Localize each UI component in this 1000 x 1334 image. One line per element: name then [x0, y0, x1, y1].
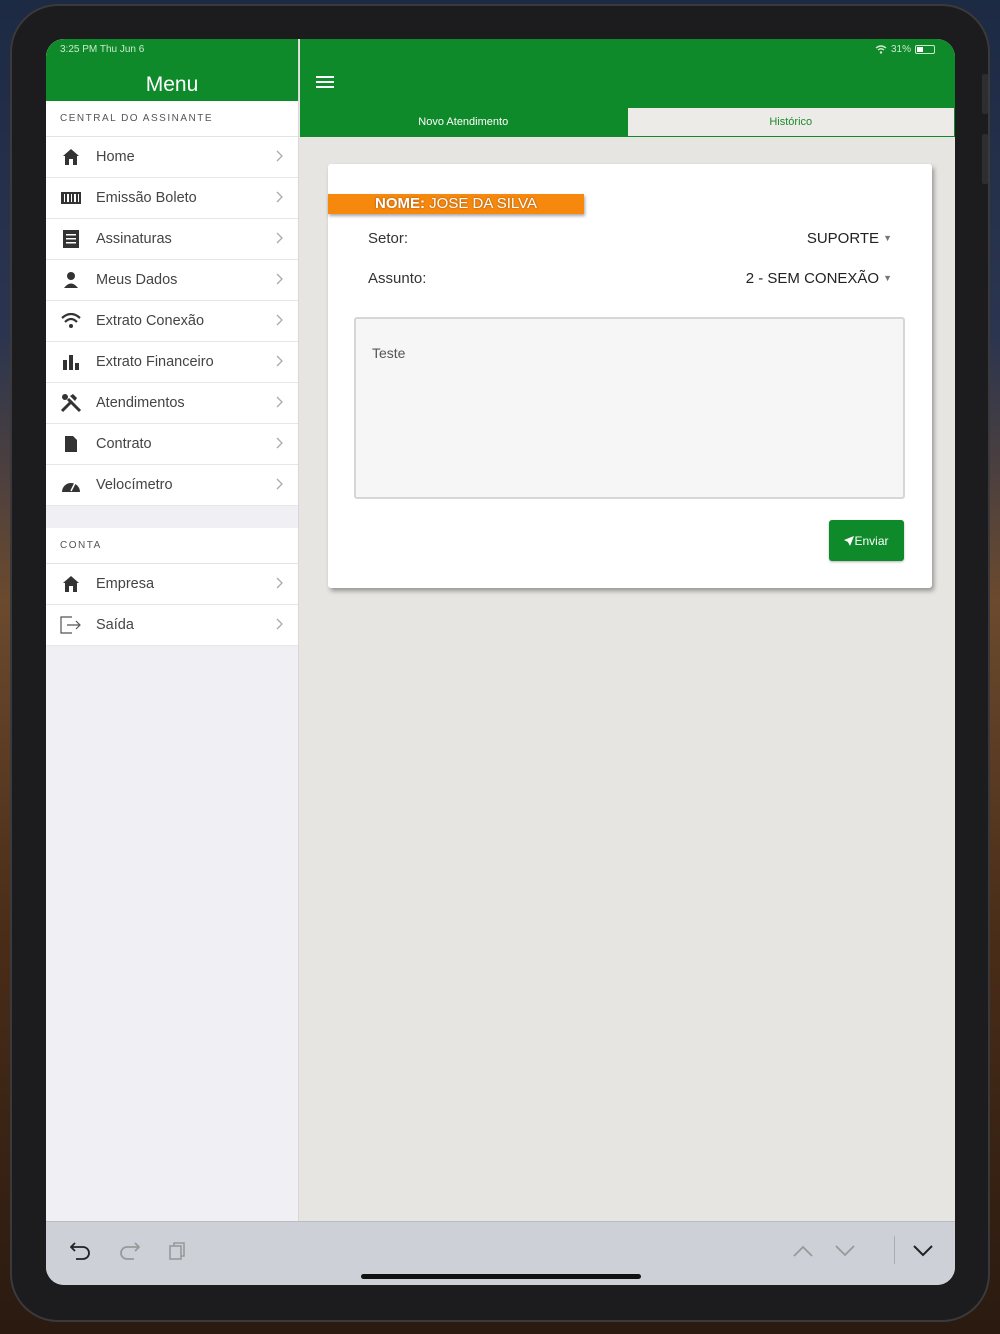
barcode-icon: [60, 188, 82, 208]
undo-icon[interactable]: [69, 1240, 93, 1262]
caret-down-icon: ▼: [883, 233, 892, 243]
sidebar-item-label: Extrato Conexão: [96, 313, 205, 329]
assunto-value: 2 - SEM CONEXÃO: [745, 270, 880, 287]
volume-button: [982, 74, 988, 114]
chevron-down-icon[interactable]: [833, 1240, 857, 1262]
sidebar-item-emissao-boleto[interactable]: Emissão Boleto: [46, 178, 298, 219]
sidebar-item-velocimetro[interactable]: Velocímetro: [46, 465, 298, 506]
sidebar-item-atendimentos[interactable]: Atendimentos: [46, 383, 298, 424]
sidebar-item-home[interactable]: Home: [46, 137, 298, 178]
menu-list-conta: Empresa Saída: [46, 564, 298, 646]
app-screen: 3:25 PM Thu Jun 6 31% Menu CENTRAL DO AS…: [46, 39, 955, 1285]
sidebar-item-label: Atendimentos: [96, 395, 185, 411]
status-time: 3:25 PM Thu Jun 6: [60, 44, 145, 55]
section-gap: [46, 506, 298, 528]
sidebar-item-meus-dados[interactable]: Meus Dados: [46, 260, 298, 301]
chevron-right-icon: [276, 478, 283, 490]
chevron-right-icon: [276, 314, 283, 326]
wifi-status-icon: [875, 45, 887, 54]
menu-list-central: Home Emissão Boleto Assinaturas Meus Dad…: [46, 137, 298, 506]
chevron-right-icon: [276, 437, 283, 449]
sidebar-item-label: Saída: [96, 617, 134, 633]
sidebar-item-label: Extrato Financeiro: [96, 354, 214, 370]
sidebar-item-label: Velocímetro: [96, 477, 173, 493]
sidebar-item-label: Home: [96, 149, 135, 165]
speedometer-icon: [60, 475, 82, 495]
sidebar-item-contrato[interactable]: Contrato: [46, 424, 298, 465]
message-textarea[interactable]: Teste: [354, 317, 905, 499]
bar-chart-icon: [60, 352, 82, 372]
sidebar-item-saida[interactable]: Saída: [46, 605, 298, 646]
chevron-right-icon: [276, 396, 283, 408]
wifi-icon: [60, 311, 82, 331]
dismiss-keyboard-icon[interactable]: [911, 1240, 935, 1262]
send-arrow-icon: [844, 535, 855, 546]
sidebar-item-label: Meus Dados: [96, 272, 178, 288]
tab-bar: Novo Atendimento Histórico: [300, 108, 955, 137]
section-label-conta: CONTA: [46, 528, 298, 564]
file-icon: [60, 434, 82, 454]
name-label: NOME:: [375, 195, 430, 212]
hamburger-menu-icon[interactable]: [316, 76, 334, 90]
send-button[interactable]: Enviar: [829, 520, 904, 561]
battery-percent: 31%: [890, 44, 911, 55]
redo-icon[interactable]: [117, 1240, 141, 1262]
home-icon: [60, 574, 82, 594]
main-content: Novo Atendimento Histórico NOME: JOSE DA…: [300, 39, 955, 1221]
setor-label: Setor:: [368, 230, 409, 247]
chevron-right-icon: [276, 191, 283, 203]
ticket-form-card: NOME: JOSE DA SILVA Setor: SUPORTE ▼ Assu…: [328, 164, 932, 588]
home-icon: [60, 147, 82, 167]
home-indicator: [361, 1274, 641, 1279]
chevron-right-icon: [276, 355, 283, 367]
assunto-label: Assunto:: [368, 270, 427, 287]
tools-icon: [60, 393, 82, 413]
assunto-select[interactable]: 2 - SEM CONEXÃO ▼: [746, 270, 892, 287]
customer-name-badge: NOME: JOSE DA SILVA: [328, 194, 584, 214]
sidebar-item-label: Contrato: [96, 436, 152, 452]
chevron-right-icon: [276, 273, 283, 285]
chevron-right-icon: [276, 577, 283, 589]
setor-value: SUPORTE: [806, 230, 880, 247]
sidebar-item-label: Empresa: [96, 576, 155, 592]
send-label: Enviar: [854, 533, 889, 548]
status-bar: 3:25 PM Thu Jun 6 31%: [46, 39, 955, 61]
message-text: Teste: [372, 345, 406, 361]
sidebar-item-empresa[interactable]: Empresa: [46, 564, 298, 605]
sidebar-item-label: Emissão Boleto: [96, 190, 197, 206]
caret-down-icon: ▼: [883, 273, 892, 283]
chevron-up-icon[interactable]: [791, 1240, 815, 1262]
chevron-right-icon: [276, 232, 283, 244]
setor-row: Setor: SUPORTE ▼: [368, 230, 892, 252]
battery-icon: [915, 45, 935, 54]
tab-novo-atendimento[interactable]: Novo Atendimento: [300, 108, 627, 137]
setor-select[interactable]: SUPORTE ▼: [807, 230, 892, 247]
name-value: JOSE DA SILVA: [429, 195, 537, 212]
sidebar: Menu CENTRAL DO ASSINANTE Home Emissão B…: [46, 39, 299, 1221]
sidebar-item-label: Assinaturas: [96, 231, 172, 247]
logout-icon: [60, 615, 82, 635]
status-right: 31%: [875, 44, 935, 55]
section-label-central: CENTRAL DO ASSINANTE: [46, 101, 298, 137]
user-icon: [60, 270, 82, 290]
power-button: [982, 134, 988, 184]
keyboard-toolbar: [46, 1221, 955, 1285]
sidebar-item-assinaturas[interactable]: Assinaturas: [46, 219, 298, 260]
sidebar-item-extrato-financeiro[interactable]: Extrato Financeiro: [46, 342, 298, 383]
paste-icon[interactable]: [165, 1240, 189, 1262]
tab-historico[interactable]: Histórico: [626, 108, 955, 137]
chevron-right-icon: [276, 618, 283, 630]
chevron-right-icon: [276, 150, 283, 162]
toolbar-separator: [894, 1236, 895, 1264]
assunto-row: Assunto: 2 - SEM CONEXÃO ▼: [368, 270, 892, 292]
document-list-icon: [60, 229, 82, 249]
sidebar-item-extrato-conexao[interactable]: Extrato Conexão: [46, 301, 298, 342]
